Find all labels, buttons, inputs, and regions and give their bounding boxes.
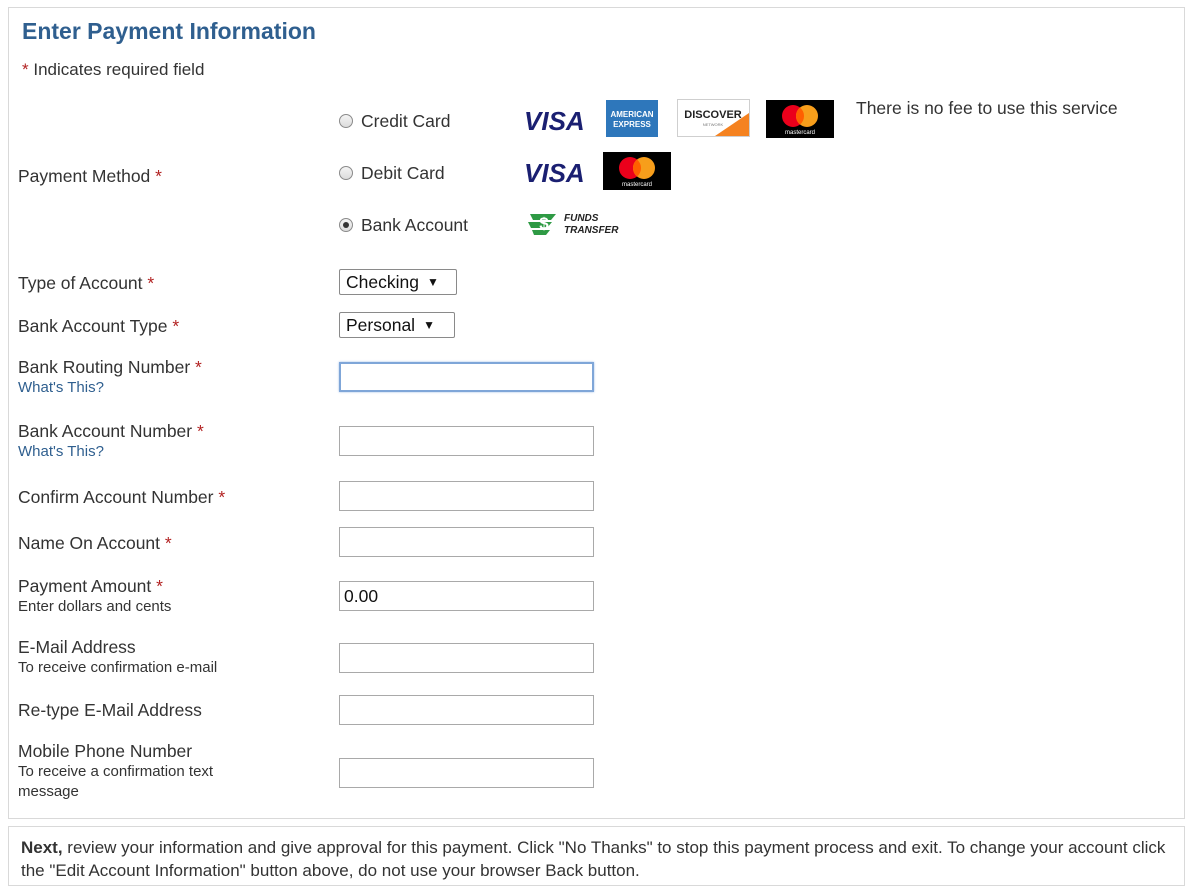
radio-bank-account[interactable]: Bank Account [339, 213, 468, 237]
visa-logo-text: VISA [524, 158, 585, 186]
radio-label-debit-card: Debit Card [361, 162, 445, 183]
radio-debit-card[interactable]: Debit Card [339, 161, 445, 185]
payment-amount-label: Payment Amount * Enter dollars and cents [18, 575, 171, 617]
email-input[interactable] [339, 643, 594, 673]
page-title: Enter Payment Information [22, 18, 316, 44]
retype-email-label: Re-type E-Mail Address [18, 699, 202, 721]
radio-credit-card[interactable]: Credit Card [339, 109, 450, 133]
amex-logo-icon: AMERICAN EXPRESS [606, 100, 658, 137]
amex-logo-line2: EXPRESS [613, 120, 651, 129]
required-star: * [155, 166, 162, 186]
radio-button[interactable] [339, 114, 353, 128]
account-number-label-text: Bank Account Number [18, 421, 193, 441]
discover-logo-icon: DISCOVER NETWORK [677, 99, 750, 137]
account-number-label: Bank Account Number * What's This? [18, 420, 204, 462]
routing-whats-this-link[interactable]: What's This? [18, 378, 202, 398]
payment-amount-hint: Enter dollars and cents [18, 598, 172, 615]
radio-label-credit-card: Credit Card [361, 110, 451, 131]
payment-form-panel [8, 7, 1185, 819]
discover-logo-sub: NETWORK [703, 122, 724, 127]
payment-amount-input[interactable]: 0.00 [339, 581, 594, 611]
required-star: * [164, 533, 172, 553]
confirm-account-label: Confirm Account Number * [18, 486, 225, 508]
payment-method-label: Payment Method * [18, 165, 162, 187]
funds-logo-line1: FUNDS [564, 213, 599, 224]
mobile-phone-hint: To receive a confirmation text message [18, 763, 214, 800]
visa-logo-icon: VISA [524, 106, 585, 134]
funds-transfer-logo-icon: $ FUNDS TRANSFER [528, 213, 619, 236]
required-star: * [147, 273, 155, 293]
next-instructions: Next, review your information and give a… [8, 826, 1185, 886]
retype-email-label-text: Re-type E-Mail Address [18, 700, 202, 720]
routing-number-label-text: Bank Routing Number [18, 357, 191, 377]
funds-logo-line2: TRANSFER [564, 225, 619, 236]
confirm-account-label-text: Confirm Account Number [18, 487, 214, 507]
name-on-account-label: Name On Account * [18, 532, 172, 554]
bank-account-type-label-text: Bank Account Type [18, 316, 168, 336]
radio-label-bank-account: Bank Account [361, 214, 469, 235]
email-hint: To receive confirmation e-mail [18, 659, 218, 676]
mobile-phone-label-text: Mobile Phone Number [18, 741, 193, 761]
name-on-account-input[interactable] [339, 527, 594, 557]
dropdown-caret-icon: ▼ [423, 318, 435, 332]
mobile-phone-label: Mobile Phone Number To receive a confirm… [18, 740, 258, 802]
required-star: * [195, 357, 202, 377]
amex-logo-line1: AMERICAN [610, 110, 653, 119]
next-text: review your information and give approva… [21, 838, 1166, 880]
type-of-account-label-text: Type of Account [18, 273, 143, 293]
mobile-phone-input[interactable] [339, 758, 594, 788]
visa-logo-icon: VISA [524, 158, 585, 186]
required-note: * Indicates required field [22, 60, 204, 80]
type-of-account-value: Checking [346, 271, 419, 292]
next-bold: Next, [21, 838, 63, 857]
account-number-input[interactable] [339, 426, 594, 456]
mastercard-logo-icon: mastercard [766, 100, 834, 138]
email-label: E-Mail Address To receive confirmation e… [18, 636, 217, 678]
discover-logo-text: DISCOVER [684, 109, 742, 121]
required-star: * [156, 576, 163, 596]
bank-account-type-label: Bank Account Type * [18, 315, 179, 337]
visa-logo-text: VISA [524, 106, 585, 134]
email-label-text: E-Mail Address [18, 637, 136, 657]
payment-amount-label-text: Payment Amount [18, 576, 152, 596]
required-note-text: Indicates required field [33, 60, 205, 79]
routing-number-label: Bank Routing Number * What's This? [18, 356, 202, 398]
retype-email-input[interactable] [339, 695, 594, 725]
radio-button-selected[interactable] [339, 218, 353, 232]
bank-account-type-select[interactable]: Personal ▼ [339, 312, 455, 338]
radio-button[interactable] [339, 166, 353, 180]
type-of-account-select[interactable]: Checking ▼ [339, 269, 457, 295]
payment-method-label-text: Payment Method [18, 166, 151, 186]
mastercard-logo-text: mastercard [622, 182, 652, 188]
bank-account-type-value: Personal [346, 314, 416, 335]
type-of-account-label: Type of Account * [18, 272, 154, 294]
mastercard-logo-icon: mastercard [603, 152, 671, 190]
required-star: * [22, 60, 29, 79]
routing-number-input[interactable] [339, 362, 594, 392]
confirm-account-input[interactable] [339, 481, 594, 511]
svg-text:$: $ [539, 214, 549, 233]
required-star: * [197, 421, 204, 441]
required-star: * [218, 487, 226, 507]
dropdown-caret-icon: ▼ [426, 275, 439, 289]
no-fee-note: There is no fee to use this service [856, 98, 1118, 118]
name-on-account-label-text: Name On Account [18, 533, 161, 553]
required-star: * [172, 316, 180, 336]
account-whats-this-link[interactable]: What's This? [18, 442, 204, 462]
mastercard-logo-text: mastercard [785, 130, 815, 136]
